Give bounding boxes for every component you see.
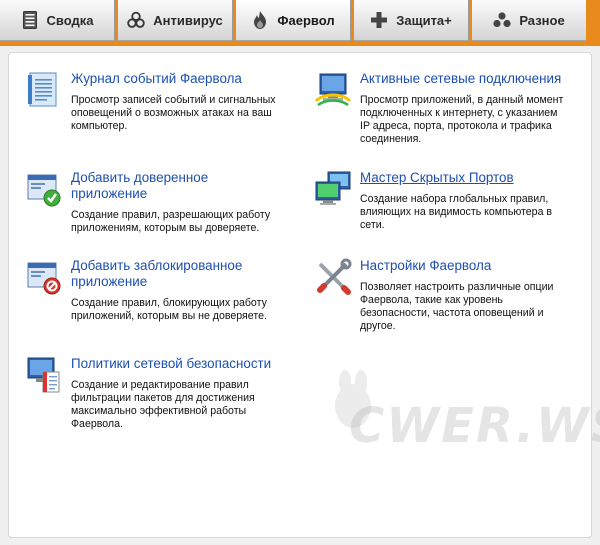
- title-line: Добавить доверенное: [71, 170, 209, 185]
- firewall-panel: CWER.WS Журнал событий Фаервола Просмотр…: [8, 52, 600, 538]
- item-add-trusted-app: Добавить доверенное приложение Создание …: [25, 170, 285, 250]
- tab-label: Сводка: [46, 12, 94, 28]
- stealth-ports-icon: [314, 170, 352, 208]
- tab-bar: Сводка Антивирус Фаервол Защита+ Разное: [0, 0, 600, 47]
- tab-protection-plus[interactable]: Защита+: [354, 0, 469, 41]
- desc-line: Создание набора глобальных правил,: [360, 193, 549, 205]
- settings-tools-icon: [314, 258, 352, 296]
- desc-line: Позволяет настроить различные опции: [360, 281, 554, 293]
- tab-firewall[interactable]: Фаервол: [236, 0, 351, 41]
- title-line: Добавить заблокированное: [71, 258, 243, 273]
- tab-misc[interactable]: Разное: [472, 0, 586, 41]
- title-line: приложение: [71, 186, 148, 201]
- network-policy-icon: [25, 356, 63, 394]
- tab-label: Антивирус: [153, 12, 223, 28]
- desc-line: Просмотр записей событий и сигнальных: [71, 94, 276, 106]
- item-title-link[interactable]: Активные сетевые подключения: [360, 71, 561, 87]
- plus-icon: [370, 11, 388, 29]
- item-network-security-policy: Политики сетевой безопасности Создание и…: [25, 356, 305, 446]
- item-title-link[interactable]: Политики сетевой безопасности: [71, 356, 271, 372]
- blocked-app-icon: [25, 258, 63, 296]
- item-active-connections: Активные сетевые подключения Просмотр пр…: [314, 71, 584, 161]
- item-title-link[interactable]: Журнал событий Фаервола: [71, 71, 242, 87]
- desc-line: приложений, которым вы не доверяете.: [71, 310, 267, 322]
- tab-summary[interactable]: Сводка: [0, 0, 115, 41]
- desc-line: влияющих на видимость компьютера в: [360, 206, 553, 218]
- desc-line: Создание правил, разрешающих работу: [71, 209, 271, 221]
- desc-line: подключенных к интернету, с указанием: [360, 107, 558, 119]
- item-title-link[interactable]: Добавить доверенное приложение: [71, 170, 208, 202]
- biohazard-icon: [127, 11, 145, 29]
- desc-line: соединения.: [360, 133, 422, 145]
- list-icon: [21, 11, 39, 29]
- desc-line: Фаервола, такие как уровень: [360, 294, 503, 306]
- item-stealth-ports-wizard: Мастер Скрытых Портов Создание набора гл…: [314, 170, 584, 250]
- desc-line: другое.: [360, 320, 396, 332]
- desc-line: IP адреса, порта, протокола и трафика: [360, 120, 552, 132]
- desc-line: максимально эффективной работы: [71, 405, 247, 417]
- trusted-app-icon: [25, 170, 63, 208]
- flame-icon: [251, 11, 269, 29]
- desc-line: сети.: [360, 219, 385, 231]
- tab-label: Фаервол: [277, 12, 335, 28]
- log-document-icon: [25, 71, 63, 109]
- desc-line: Создание правил, блокирующих работу: [71, 297, 267, 309]
- desc-line: приложениям, которым вы доверяете.: [71, 222, 260, 234]
- network-connections-icon: [314, 71, 352, 109]
- tab-label: Защита+: [396, 12, 452, 28]
- item-firewall-log: Журнал событий Фаервола Просмотр записей…: [25, 71, 285, 151]
- item-title-link[interactable]: Настройки Фаервола: [360, 258, 491, 274]
- tab-antivirus[interactable]: Антивирус: [118, 0, 233, 41]
- tab-label: Разное: [519, 12, 565, 28]
- desc-line: Создание и редактирование правил: [71, 379, 249, 391]
- desc-line: оповещений о возможных атаках на ваш: [71, 107, 272, 119]
- item-firewall-settings: Настройки Фаервола Позволяет настроить р…: [314, 258, 584, 348]
- desc-line: безопасности, частота оповещений и: [360, 307, 544, 319]
- desc-line: компьютер.: [71, 120, 128, 132]
- desc-line: Просмотр приложений, в данный момент: [360, 94, 564, 106]
- dots-icon: [493, 11, 511, 29]
- desc-line: фильтрации пакетов для достижения: [71, 392, 255, 404]
- desc-line: Фаервола.: [71, 418, 123, 430]
- title-line: приложение: [71, 274, 148, 289]
- item-title-link[interactable]: Добавить заблокированное приложение: [71, 258, 242, 290]
- item-title-link[interactable]: Мастер Скрытых Портов: [360, 170, 514, 186]
- item-add-blocked-app: Добавить заблокированное приложение Созд…: [25, 258, 295, 338]
- watermark-text: CWER.WS: [349, 398, 600, 454]
- watermark: CWER.WS: [331, 370, 600, 470]
